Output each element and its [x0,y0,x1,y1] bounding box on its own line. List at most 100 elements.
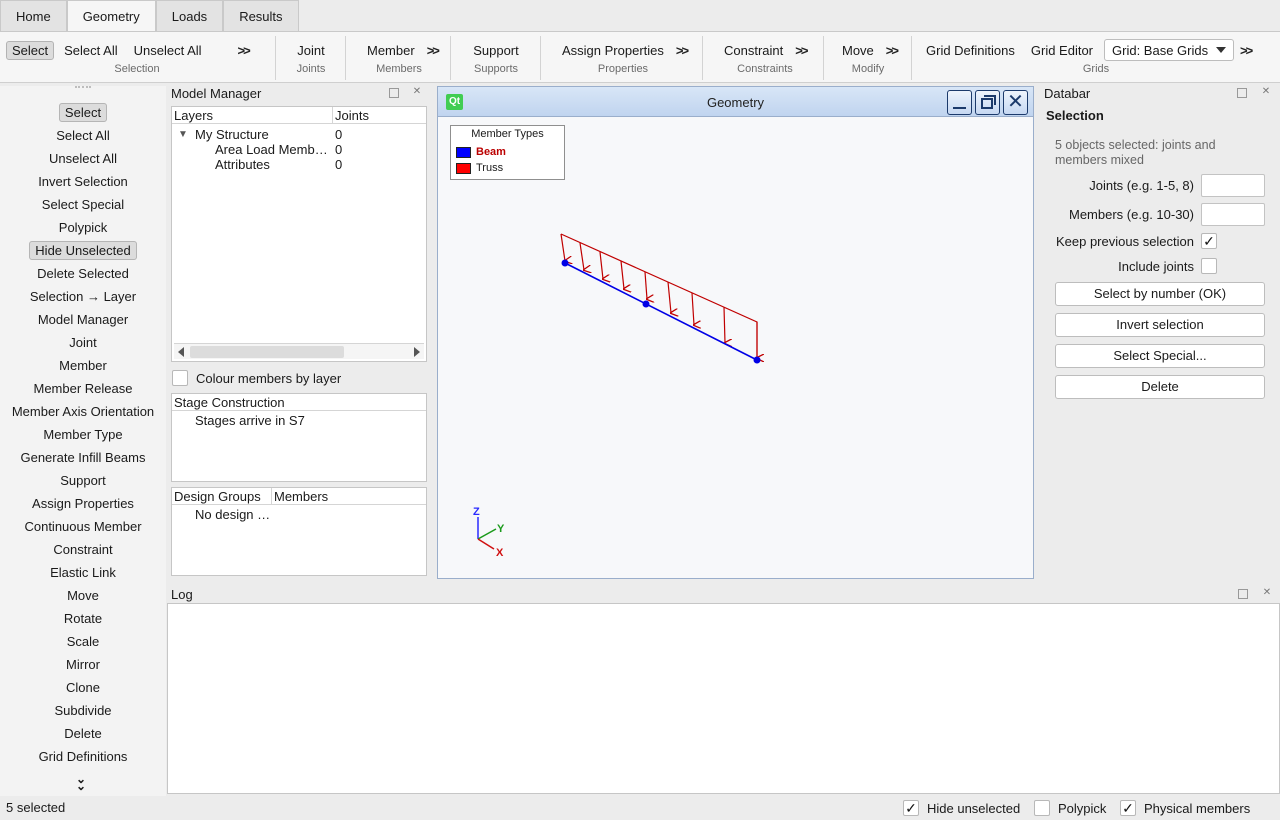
column-header-joints[interactable]: Joints [332,107,426,124]
axis-x-label: X [496,547,504,559]
toolbar-item-generate-infill-beams[interactable]: Generate Infill Beams [0,447,166,468]
toolbar-item-elastic-link[interactable]: Elastic Link [0,562,166,583]
tab-home[interactable]: Home [0,0,67,31]
toolbar-item-constraint[interactable]: Constraint [0,539,166,560]
ribbon-select-button[interactable]: Select [6,40,55,60]
toolbar-item-polypick[interactable]: Polypick [0,217,166,238]
colour-by-layer-checkbox[interactable] [172,370,188,386]
toolbar-item-assign-properties[interactable]: Assign Properties [0,493,166,514]
select-by-number-button[interactable]: Select by number (OK) [1055,282,1265,306]
log-output[interactable] [167,603,1280,794]
ribbon-move-button[interactable]: Move [836,41,880,60]
ribbon-group-label: Joints [296,63,326,75]
toolbar-item-member-axis-orientation[interactable]: Member Axis Orientation [0,401,166,422]
select-special-button[interactable]: Select Special... [1055,344,1265,368]
ribbon-unselect-all-button[interactable]: Unselect All [128,41,208,60]
tree-row-name[interactable]: Attributes [215,157,270,172]
toolbar-item-mirror[interactable]: Mirror [0,654,166,675]
close-icon[interactable]: ✕ [1261,87,1271,97]
toolbar-item-continuous-member[interactable]: Continuous Member [0,516,166,537]
column-header-design-groups[interactable]: Design Groups [172,488,271,505]
ribbon-constraints-more-icon[interactable]: >> [795,43,808,58]
list-item[interactable]: No design … [195,507,270,522]
hide-unselected-checkbox[interactable]: ✓ [903,800,919,816]
distributed-load-arrows[interactable] [560,233,757,358]
ribbon-grids-more-icon[interactable]: >> [1240,43,1253,58]
ribbon-constraint-button[interactable]: Constraint [718,41,789,60]
toolbar-item-support[interactable]: Support [0,470,166,491]
ribbon-selection-more-icon[interactable]: >> [238,43,251,58]
geometry-titlebar[interactable]: Qt Geometry ✕ [438,87,1033,117]
float-panel-icon[interactable] [1238,589,1248,599]
column-header-stage[interactable]: Stage Construction [172,394,426,411]
close-icon[interactable]: ✕ [1262,588,1272,598]
toolbar-item-unselect-all[interactable]: Unselect All [0,148,166,169]
ribbon-members-more-icon[interactable]: >> [427,43,440,58]
close-window-button[interactable]: ✕ [1003,90,1028,115]
toolbar-item-select-special[interactable]: Select Special [0,194,166,215]
ribbon-modify-more-icon[interactable]: >> [886,43,899,58]
physical-members-checkbox[interactable]: ✓ [1120,800,1136,816]
toolbar-item-member[interactable]: Member [0,355,166,376]
toolbar-item-member-release[interactable]: Member Release [0,378,166,399]
tab-results[interactable]: Results [223,0,299,31]
members-input[interactable] [1201,203,1265,226]
members-label: Members (e.g. 10-30) [1069,207,1194,222]
float-panel-icon[interactable] [389,88,399,98]
grid-select-combo[interactable]: Grid: Base Grids [1104,39,1235,61]
include-joints-checkbox[interactable] [1201,258,1217,274]
minimize-button[interactable] [947,90,972,115]
column-header-layers[interactable]: Layers [172,107,332,124]
tab-geometry[interactable]: Geometry [66,0,156,32]
toolbar-item-select-all[interactable]: Select All [0,125,166,146]
delete-button[interactable]: Delete [1055,375,1265,399]
toolbar-more-icon[interactable]: ⌄ ⌄ [76,773,86,792]
toolbar-item-clone[interactable]: Clone [0,677,166,698]
ribbon-properties-more-icon[interactable]: >> [676,43,689,58]
scroll-left-icon[interactable] [178,347,184,357]
tree-expand-icon[interactable]: ▼ [178,127,188,142]
ribbon-grid-definitions-button[interactable]: Grid Definitions [920,41,1021,60]
toolbar-item-joint[interactable]: Joint [0,332,166,353]
joint-node[interactable] [753,356,761,364]
toolbar-item-model-manager[interactable]: Model Manager [0,309,166,330]
tab-loads[interactable]: Loads [155,0,224,31]
list-item[interactable]: Stages arrive in S7 [195,413,305,428]
toolbar-item-move[interactable]: Move [0,585,166,606]
toolbar-item-hide-unselected[interactable]: Hide Unselected [0,240,166,261]
ribbon-member-button[interactable]: Member [361,41,421,60]
keep-selection-checkbox[interactable]: ✓ [1201,233,1217,249]
ribbon-joint-button[interactable]: Joint [291,41,330,60]
model-viewport[interactable]: Z Y X [438,117,1033,578]
ribbon-assign-properties-button[interactable]: Assign Properties [556,41,670,60]
column-header-members[interactable]: Members [271,488,426,505]
scroll-thumb[interactable] [190,346,344,358]
toolbar-item-invert-selection[interactable]: Invert Selection [0,171,166,192]
toolbar-item-delete-selected[interactable]: Delete Selected [0,263,166,284]
tree-row-name[interactable]: My Structure [195,127,269,142]
toolbar-item-select[interactable]: Select [0,102,166,123]
toolbar-item-delete[interactable]: Delete [0,723,166,744]
beam-member[interactable] [564,262,758,361]
toolbar-item-member-type[interactable]: Member Type [0,424,166,445]
toolbar-item-subdivide[interactable]: Subdivide [0,700,166,721]
ribbon-support-button[interactable]: Support [467,41,525,60]
horizontal-scrollbar[interactable] [174,343,424,359]
ribbon-grid-editor-button[interactable]: Grid Editor [1025,41,1099,60]
toolbar-item-grid-definitions[interactable]: Grid Definitions [0,746,166,767]
float-panel-icon[interactable] [1237,88,1247,98]
ribbon-select-all-button[interactable]: Select All [58,41,123,60]
toolbar-item-selection-layer[interactable]: Selection → Layer [0,286,166,307]
close-icon[interactable]: ✕ [412,87,422,97]
joint-node[interactable] [561,259,569,267]
joints-input[interactable] [1201,174,1265,197]
tree-row-name[interactable]: Area Load Memb… [215,142,328,157]
toolbar-item-scale[interactable]: Scale [0,631,166,652]
polypick-checkbox[interactable] [1034,800,1050,816]
toolbar-grip-icon[interactable] [75,86,91,92]
invert-selection-button[interactable]: Invert selection [1055,313,1265,337]
scroll-right-icon[interactable] [414,347,420,357]
joint-node[interactable] [642,300,650,308]
toolbar-item-rotate[interactable]: Rotate [0,608,166,629]
maximize-button[interactable] [975,90,1000,115]
